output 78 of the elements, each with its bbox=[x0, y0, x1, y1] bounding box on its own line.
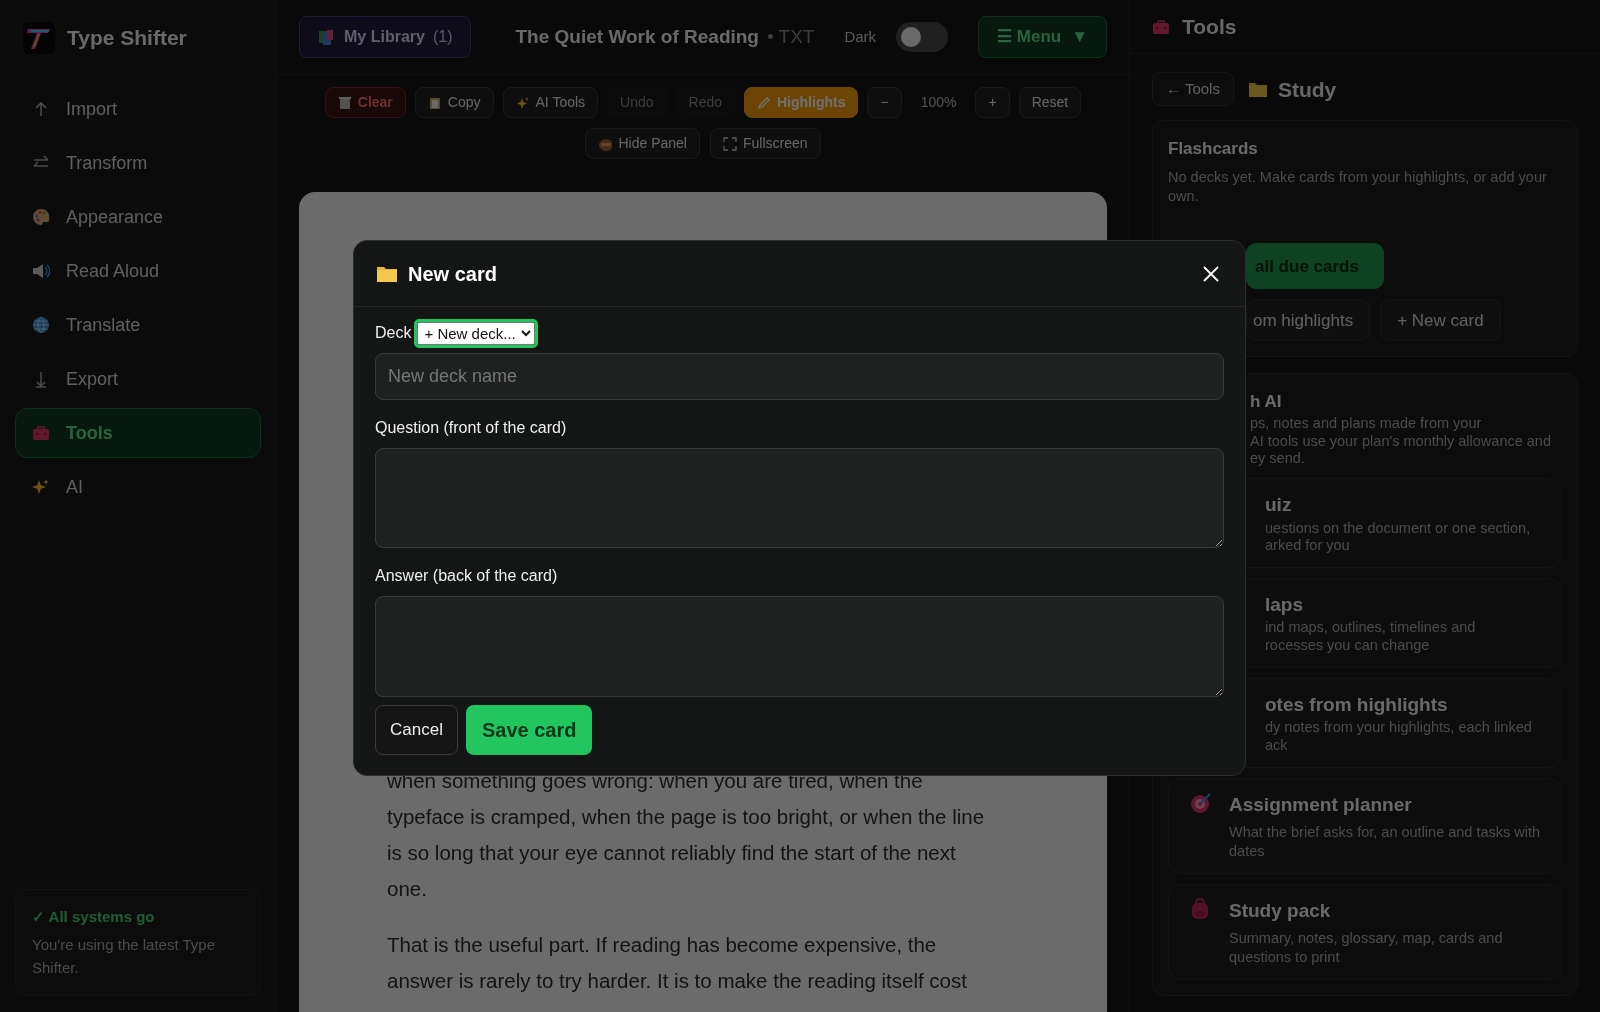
sidebar-item[interactable]: Appearance bbox=[15, 192, 261, 242]
field-label: Question (front of the card) bbox=[375, 418, 568, 438]
card-title: Flashcards bbox=[1168, 138, 1259, 161]
field-label: Answer (back of the card) bbox=[375, 566, 559, 586]
card-text: ey send. bbox=[1250, 450, 1306, 468]
sidebar-item[interactable]: Translate bbox=[15, 300, 261, 350]
cancel-button[interactable]: Cancel bbox=[375, 705, 458, 755]
save-button[interactable]: Save card bbox=[465, 705, 593, 755]
library-button[interactable]: My Library (1) bbox=[299, 16, 472, 58]
tool-description: ack bbox=[1265, 736, 1289, 755]
toolbar-button[interactable]: Fullscreen bbox=[709, 128, 821, 159]
toolbar-button[interactable]: − bbox=[867, 87, 902, 118]
sparkles-icon bbox=[32, 478, 50, 496]
pencil-icon bbox=[757, 95, 771, 110]
status-title: ✓ All systems go bbox=[32, 906, 156, 927]
sidebar-item[interactable]: Export bbox=[15, 354, 261, 404]
sidebar-item[interactable]: Import bbox=[15, 84, 261, 134]
clipboard-icon bbox=[427, 95, 442, 110]
back-button[interactable]: ← Tools bbox=[1152, 72, 1234, 107]
tool-description: uestions on the document or one section, bbox=[1265, 519, 1532, 538]
app-name: Type Shifter bbox=[67, 25, 187, 52]
card-text: AI tools use your plan's monthly allowance and bbox=[1250, 432, 1552, 451]
deck-select[interactable]: + New deck... bbox=[417, 321, 536, 345]
field-label: Deck bbox=[375, 323, 412, 343]
flashcards-button[interactable]: + New card bbox=[1380, 299, 1501, 342]
tool-title: uiz bbox=[1265, 493, 1293, 517]
target-icon bbox=[1189, 790, 1213, 815]
logo-icon bbox=[23, 22, 55, 54]
question-field[interactable] bbox=[375, 448, 1224, 548]
answer-field[interactable] bbox=[375, 596, 1224, 697]
toolbar-button[interactable]: Hide Panel bbox=[585, 128, 700, 159]
toolbar-button[interactable]: Clear bbox=[324, 87, 406, 118]
toolbox-icon bbox=[1152, 17, 1172, 36]
toolbar-button[interactable]: AI Tools bbox=[502, 87, 599, 118]
sidebar-item[interactable]: Tools bbox=[15, 408, 261, 458]
tool-card[interactable]: Study pack Summary, notes, glossary, map, cards and questions to print bbox=[1168, 883, 1562, 980]
section-title: Study bbox=[1277, 76, 1337, 103]
toggle-label: Dark bbox=[844, 26, 877, 47]
trash-icon bbox=[337, 95, 352, 110]
zoom-level: 100% bbox=[919, 93, 958, 112]
toolbox-icon bbox=[32, 424, 50, 442]
toolbar-button[interactable]: Copy bbox=[414, 87, 494, 118]
toolbar-button[interactable]: Reset bbox=[1018, 87, 1082, 118]
tool-description: What the brief asks for, an outline and tasks with dates bbox=[1229, 823, 1542, 861]
sparkles-icon bbox=[515, 95, 530, 110]
dark-toggle[interactable] bbox=[896, 22, 949, 52]
deck-name-field[interactable]: New deck name bbox=[375, 353, 1224, 400]
fullscreen-icon bbox=[722, 136, 737, 151]
card-text: ps, notes and plans made from your bbox=[1250, 414, 1483, 433]
tool-description: dy notes from your highlights, each linked bbox=[1265, 719, 1533, 737]
card-title: h AI bbox=[1250, 391, 1283, 414]
sidebar-item[interactable]: AI bbox=[15, 462, 261, 512]
toolbar-button[interactable]: + bbox=[975, 87, 1010, 118]
tool-description: Summary, notes, glossary, map, cards and questions to print bbox=[1229, 929, 1504, 967]
document-paragraph: That is the useful part. If reading has become expensive, the answer is rarely to try harder. It is to make the reading itself cost bbox=[387, 932, 968, 994]
card-text: No decks yet. Make cards from your highlights, or add your own. bbox=[1168, 167, 1548, 206]
menu-button[interactable]: ☰ Menu ▼ bbox=[978, 16, 1107, 58]
sidebar-item[interactable]: Read Aloud bbox=[15, 246, 261, 296]
status-text: You're using the latest Type Shifter. bbox=[32, 935, 216, 978]
panel-title: Tools bbox=[1182, 13, 1237, 40]
books-icon bbox=[318, 28, 336, 46]
flashcards-button[interactable]: om highlights bbox=[1246, 299, 1371, 342]
modal-title: New card bbox=[408, 261, 497, 287]
toolbar-button[interactable]: Highlights bbox=[744, 87, 859, 118]
folder-icon bbox=[1247, 80, 1268, 99]
tool-card[interactable]: Assignment planner What the brief asks for, an outline and tasks with dates bbox=[1168, 777, 1562, 874]
tool-title: otes from highlights bbox=[1265, 692, 1449, 717]
tool-description: rocesses you can change bbox=[1265, 637, 1431, 655]
tool-title: Study pack bbox=[1229, 898, 1332, 923]
tool-description: arked for you bbox=[1265, 537, 1351, 555]
speaker-icon bbox=[32, 262, 50, 280]
tool-description: ind maps, outlines, timelines and bbox=[1265, 619, 1477, 638]
tool-title: Assignment planner bbox=[1229, 792, 1413, 817]
document-title: The Quiet Work of Reading bbox=[515, 24, 759, 49]
tool-title: laps bbox=[1265, 592, 1305, 617]
palette-icon bbox=[32, 208, 50, 226]
sidebar-item[interactable]: Transform bbox=[15, 138, 261, 188]
globe-icon bbox=[32, 316, 50, 334]
